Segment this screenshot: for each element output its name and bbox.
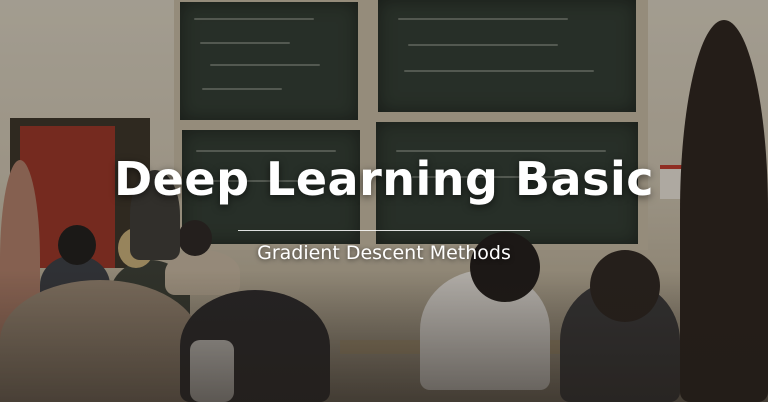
banner-subtitle: Gradient Descent Methods xyxy=(257,242,511,264)
title-divider xyxy=(238,230,530,231)
hero-banner: Deep Learning Basic Gradient Descent Met… xyxy=(0,0,768,402)
banner-title: Deep Learning Basic xyxy=(114,152,654,206)
